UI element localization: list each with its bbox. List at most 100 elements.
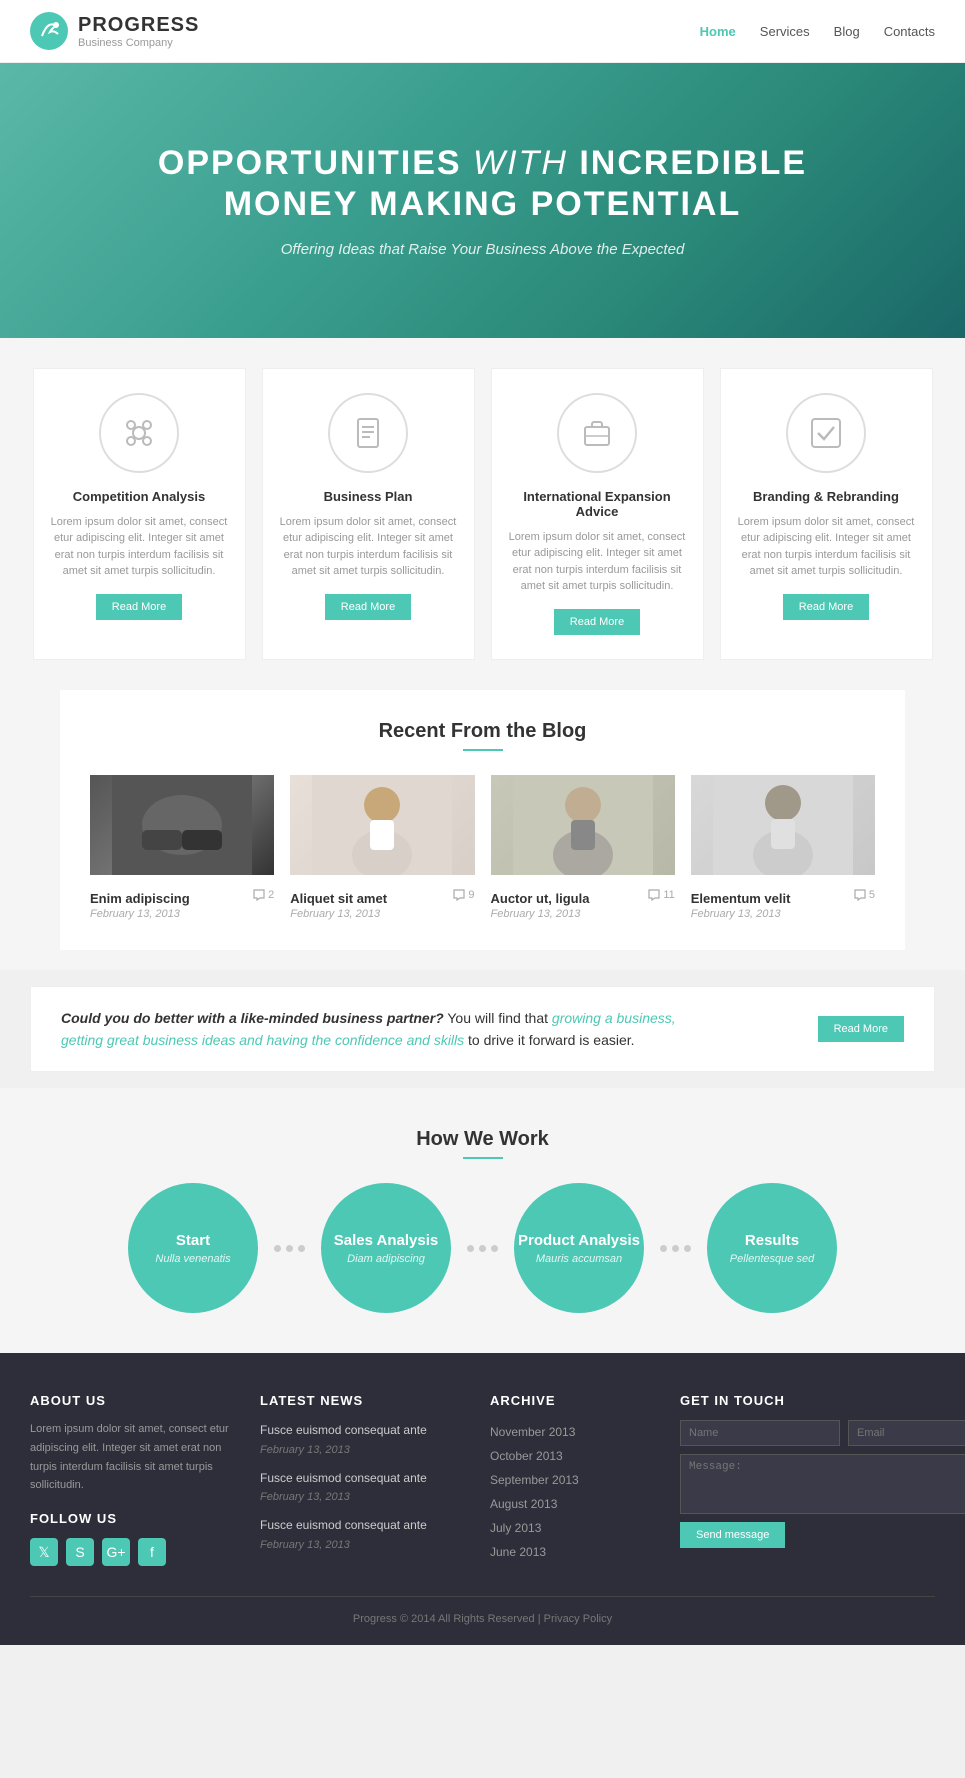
news-text-3: Fusce euismod consequat ante: [260, 1515, 460, 1535]
service-btn-4[interactable]: Read More: [783, 594, 869, 620]
step-4: Results Pellentesque sed: [707, 1183, 837, 1313]
archive-link-4[interactable]: August 2013: [490, 1492, 650, 1516]
footer-about-text: Lorem ipsum dolor sit amet, consect etur…: [30, 1420, 230, 1495]
blog-comments-1: 2: [253, 889, 274, 901]
archive-link-1[interactable]: November 2013: [490, 1420, 650, 1444]
dots-2: [467, 1245, 498, 1252]
blog-image-2: [290, 775, 474, 875]
service-btn-1[interactable]: Read More: [96, 594, 182, 620]
blog-date-1: February 13, 2013: [90, 908, 274, 920]
service-card-3: International Expansion Advice Lorem ips…: [491, 368, 704, 660]
person3-graphic: [713, 775, 853, 875]
blog-card-1: Enim adipiscing 2 February 13, 2013: [90, 775, 274, 920]
how-section: How We Work Start Nulla venenatis Sales …: [0, 1088, 965, 1353]
news-date-3: February 13, 2013: [260, 1539, 350, 1551]
check-icon: [808, 415, 844, 451]
blog-image-3: [491, 775, 675, 875]
skype-icon[interactable]: S: [66, 1538, 94, 1566]
news-item-1: Fusce euismod consequat ante February 13…: [260, 1420, 460, 1455]
step-4-title: Results: [745, 1232, 799, 1249]
archive-link-2[interactable]: October 2013: [490, 1444, 650, 1468]
blog-date-2: February 13, 2013: [290, 908, 474, 920]
comment-icon-4: [854, 889, 866, 901]
news-item-2: Fusce euismod consequat ante February 13…: [260, 1468, 460, 1503]
footer-bottom: Progress © 2014 All Rights Reserved | Pr…: [30, 1596, 935, 1625]
service-desc-1: Lorem ipsum dolor sit amet, consect etur…: [50, 514, 229, 580]
step-2: Sales Analysis Diam adipiscing: [321, 1183, 451, 1313]
nav-services[interactable]: Services: [760, 24, 810, 39]
google-plus-icon[interactable]: G+: [102, 1538, 130, 1566]
dot: [479, 1245, 486, 1252]
blog-divider: [463, 749, 503, 751]
contact-send-btn[interactable]: Send message: [680, 1522, 785, 1548]
contact-name-email-row: [680, 1420, 965, 1446]
dot: [467, 1245, 474, 1252]
comment-icon-2: [453, 889, 465, 901]
how-title: How We Work: [53, 1128, 913, 1151]
twitter-icon[interactable]: 𝕏: [30, 1538, 58, 1566]
nav-home[interactable]: Home: [700, 24, 736, 39]
dot: [660, 1245, 667, 1252]
blog-comments-2: 9: [453, 889, 474, 901]
step-1: Start Nulla venenatis: [128, 1183, 258, 1313]
footer-archive: ARCHIVE November 2013 October 2013 Septe…: [490, 1393, 650, 1566]
blog-title-2: Aliquet sit amet: [290, 891, 387, 906]
service-icon-circle-3: [557, 393, 637, 473]
step-1-title: Start: [176, 1232, 210, 1249]
archive-link-3[interactable]: September 2013: [490, 1468, 650, 1492]
step-3: Product Analysis Mauris accumsan: [514, 1183, 644, 1313]
service-desc-3: Lorem ipsum dolor sit amet, consect etur…: [508, 529, 687, 595]
site-header: PROGRESS Business Company Home Services …: [0, 0, 965, 63]
contact-form: Send message: [680, 1420, 965, 1548]
hero-headline: OPPORTUNITIES with INCREDIBLEMONEY MAKIN…: [158, 143, 807, 225]
footer-about-title: ABOUT US: [30, 1393, 230, 1408]
comment-icon-3: [648, 889, 660, 901]
step-2-title: Sales Analysis: [334, 1232, 439, 1249]
service-btn-3[interactable]: Read More: [554, 609, 640, 635]
footer-copy: Progress © 2014 All Rights Reserved | Pr…: [353, 1613, 612, 1625]
cta-banner: Could you do better with a like-minded b…: [30, 986, 935, 1073]
service-card-1: Competition Analysis Lorem ipsum dolor s…: [33, 368, 246, 660]
brand-sub: Business Company: [78, 37, 199, 49]
blog-section: Recent From the Blog Enim adipiscing: [60, 690, 905, 950]
nav-contacts[interactable]: Contacts: [884, 24, 935, 39]
step-3-sub: Mauris accumsan: [536, 1253, 622, 1265]
blog-section-title: Recent From the Blog: [90, 720, 875, 743]
how-divider: [463, 1157, 503, 1159]
blog-grid: Enim adipiscing 2 February 13, 2013: [90, 775, 875, 920]
blog-image-4: [691, 775, 875, 875]
footer-archive-title: ARCHIVE: [490, 1393, 650, 1408]
footer-follow-title: FOLLOW US: [30, 1511, 230, 1526]
news-date-1: February 13, 2013: [260, 1444, 350, 1456]
service-title-1: Competition Analysis: [50, 489, 229, 504]
service-btn-2[interactable]: Read More: [325, 594, 411, 620]
contact-message-input[interactable]: [680, 1454, 965, 1514]
logo-icon: [30, 12, 68, 50]
contact-email-input[interactable]: [848, 1420, 965, 1446]
blog-title-4: Elementum velit: [691, 891, 791, 906]
cta-end: to drive it forward is easier.: [468, 1032, 635, 1048]
dot: [672, 1245, 679, 1252]
dot: [274, 1245, 281, 1252]
cta-btn[interactable]: Read More: [818, 1016, 904, 1042]
blog-date-3: February 13, 2013: [491, 908, 675, 920]
archive-link-6[interactable]: June 2013: [490, 1540, 650, 1564]
step-2-sub: Diam adipiscing: [347, 1253, 425, 1265]
facebook-icon[interactable]: f: [138, 1538, 166, 1566]
blog-title-1: Enim adipiscing: [90, 891, 190, 906]
contact-name-input[interactable]: [680, 1420, 840, 1446]
hero-section: OPPORTUNITIES with INCREDIBLEMONEY MAKIN…: [0, 63, 965, 338]
news-date-2: February 13, 2013: [260, 1491, 350, 1503]
service-icon-circle-4: [786, 393, 866, 473]
nav-blog[interactable]: Blog: [834, 24, 860, 39]
step-1-sub: Nulla venenatis: [155, 1253, 230, 1265]
blog-card-4: Elementum velit 5 February 13, 2013: [691, 775, 875, 920]
service-title-4: Branding & Rebranding: [737, 489, 916, 504]
service-card-2: Business Plan Lorem ipsum dolor sit amet…: [262, 368, 475, 660]
dot: [684, 1245, 691, 1252]
archive-link-5[interactable]: July 2013: [490, 1516, 650, 1540]
news-text-2: Fusce euismod consequat ante: [260, 1468, 460, 1488]
dots-3: [660, 1245, 691, 1252]
service-icon-circle-2: [328, 393, 408, 473]
brand-name: PROGRESS: [78, 14, 199, 37]
